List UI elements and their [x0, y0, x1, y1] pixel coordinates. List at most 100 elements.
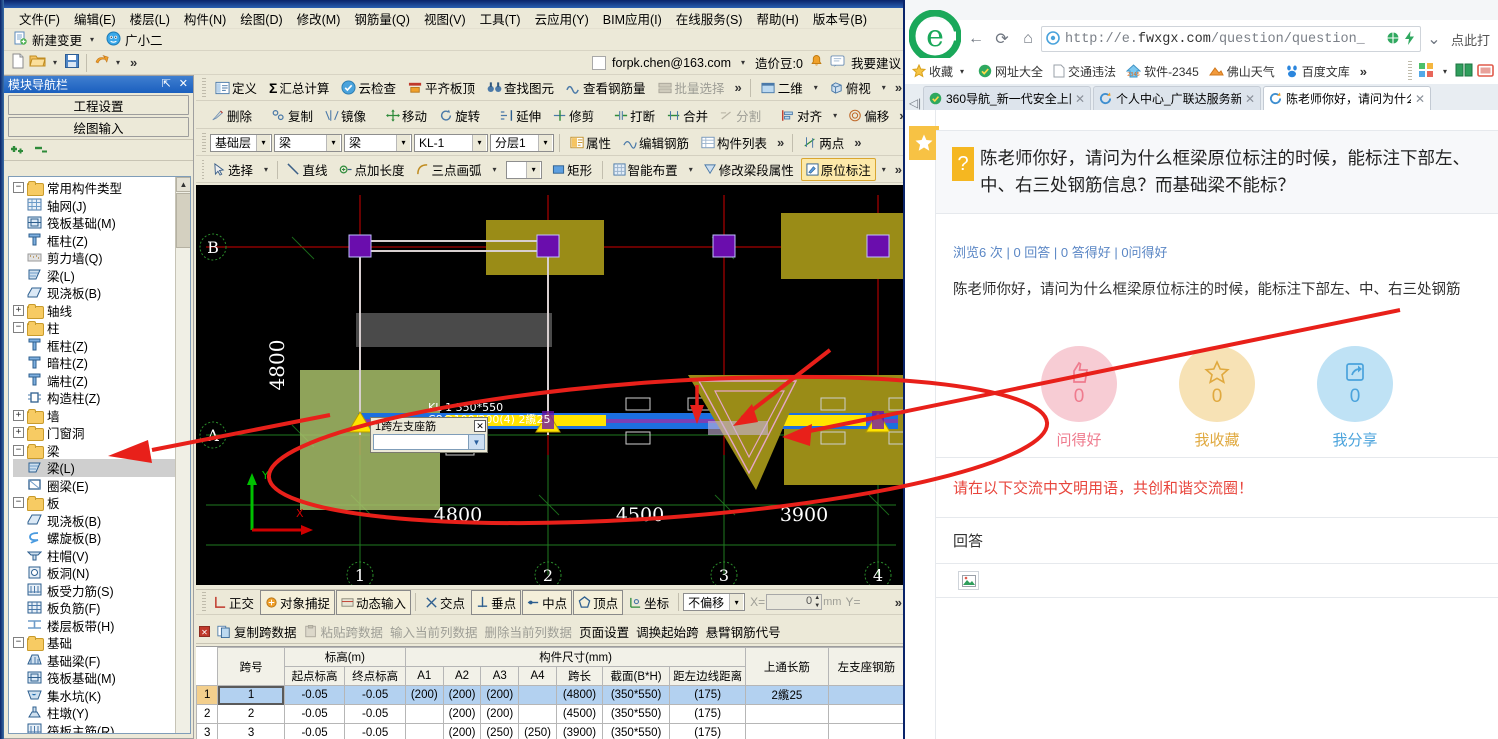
close-icon[interactable]: ✕	[179, 77, 188, 90]
cell-a4[interactable]	[518, 704, 557, 724]
tree-item-3[interactable]: 框柱(Z)	[13, 232, 190, 250]
toolbar-cloud-check[interactable]: 云检查	[336, 76, 401, 99]
context-toolbar-overflow-icon[interactable]: »	[774, 135, 787, 150]
toolbar-view-rebar[interactable]: 查看钢筋量	[561, 76, 651, 99]
combo-type-caret-icon[interactable]: ▾	[396, 134, 410, 151]
cell-span[interactable]: 2	[217, 704, 285, 724]
cell-end-elev[interactable]: -0.05	[344, 723, 406, 739]
cell-a4[interactable]	[518, 685, 557, 705]
snap-ortho[interactable]: 正交	[209, 590, 259, 615]
nav-button-drawing-input[interactable]: 绘图输入	[8, 117, 189, 137]
browser-right-hint[interactable]: 点此打	[1447, 30, 1494, 49]
browser-tab-1-close-icon[interactable]: ✕	[1075, 92, 1085, 106]
cell-end-elev[interactable]: -0.05	[344, 685, 406, 705]
x-input-spinner[interactable]: ▲ ▼	[812, 595, 820, 609]
pin-icon[interactable]: ⇱	[162, 77, 171, 90]
context-toolbar-grip[interactable]	[202, 132, 206, 153]
cmd-cantilever-code[interactable]: 悬臂钢筋代号	[706, 622, 781, 641]
action-good-question[interactable]: 0 问得好	[1034, 346, 1124, 450]
tree-item-28[interactable]: 筏板基础(M)	[13, 669, 190, 687]
cmd-paste-span[interactable]: 粘贴跨数据	[304, 622, 383, 641]
tree-item-22[interactable]: 板洞(N)	[13, 564, 190, 582]
cell-a2[interactable]: (200)	[442, 685, 482, 705]
toolbar-rotate[interactable]: 旋转	[434, 104, 485, 127]
span-data-table[interactable]: 跨号 标高(m) 构件尺寸(mm) 上通长筋 左支座钢筋 起点标高 终点标高 A1 A2 A3 A4…	[196, 646, 903, 739]
toolbar-split[interactable]: 分割	[715, 104, 766, 127]
tree-item-9[interactable]: 框柱(Z)	[13, 337, 190, 355]
toolbar-inplace-caret-icon[interactable]: ▾	[878, 165, 890, 174]
menu-item-modify[interactable]: 修改(M)	[290, 7, 348, 30]
toolbar-batch-select[interactable]: 批量选择	[653, 76, 730, 99]
cell-a2[interactable]: (200)	[442, 723, 482, 739]
tree-item-1[interactable]: 轴网(J)	[13, 197, 190, 215]
extensions-caret-icon[interactable]: ▾	[1439, 67, 1451, 76]
toolbar-properties[interactable]: 属性	[565, 131, 616, 154]
toolbar-edit-beam-segment[interactable]: 修改梁段属性	[699, 158, 799, 181]
toolbar-grip[interactable]	[202, 77, 206, 98]
tree-folder-8[interactable]: − 柱	[13, 319, 190, 337]
address-bar[interactable]: http://e.fwxgx.com/question/question_	[1041, 26, 1421, 52]
tree-item-6[interactable]: 现浇板(B)	[13, 284, 190, 302]
toolbar-align-slab-top[interactable]: 平齐板顶	[403, 76, 480, 99]
new-change-caret-icon[interactable]: ▾	[86, 35, 98, 44]
open-file-caret-icon[interactable]: ▾	[49, 58, 61, 67]
sidebar-star-badge[interactable]	[909, 126, 939, 160]
question-meta[interactable]: 浏览6 次 | 0 回答 | 0 答得好 | 0问得好	[953, 242, 1168, 261]
inplace-dialog-combo[interactable]: ▼	[373, 434, 485, 450]
tree-item-4[interactable]: 剪力墙(Q)	[13, 249, 190, 267]
toolbar-two-point[interactable]: 两点	[798, 131, 849, 154]
cmd-input-column[interactable]: 输入当前列数据	[390, 622, 478, 641]
tree-item-11[interactable]: 端柱(Z)	[13, 372, 190, 390]
toolbar-summary[interactable]: Σ 汇总计算	[264, 76, 334, 99]
tree-folder-26[interactable]: − 基础	[13, 634, 190, 652]
table-row[interactable]: 1 1 -0.05 -0.05 (200) (200) (200) (4800) (350*55…	[196, 685, 903, 705]
toolbar-select-caret-icon[interactable]: ▾	[260, 165, 272, 174]
inplace-dialog-caret-icon[interactable]: ▼	[468, 435, 484, 449]
cmd-page-setup[interactable]: 页面设置	[579, 622, 629, 641]
bookmark-nav360[interactable]: 网址大全	[975, 62, 1046, 81]
tree-item-2[interactable]: 筏板基础(M)	[13, 214, 190, 232]
cell-section[interactable]: (350*550)	[602, 723, 671, 739]
cell-a4[interactable]: (250)	[518, 723, 557, 739]
combo-member[interactable]: KL-1 ▾	[414, 133, 488, 152]
menu-item-online[interactable]: 在线服务(S)	[669, 7, 750, 30]
speed-icon[interactable]	[1403, 30, 1416, 48]
user-name-label[interactable]: 广小二	[125, 30, 163, 49]
toolbar-smart-layout-caret-icon[interactable]: ▾	[685, 165, 697, 174]
cell-start-elev[interactable]: -0.05	[283, 723, 346, 739]
tree-item-20[interactable]: 螺旋板(B)	[13, 529, 190, 547]
th-left-support[interactable]: 左支座钢筋	[827, 647, 903, 686]
component-tree[interactable]: − 常用构件类型 轴网(J) 筏板基础(M) 框柱(Z) 剪力墙(Q) 梁(L) 现浇板(B)…	[8, 176, 191, 734]
th-sub-4[interactable]: A3	[480, 666, 520, 686]
tree-item-31[interactable]: 筏板主筋(R)	[13, 722, 190, 733]
bookmark-favorites[interactable]: 收藏 ▾	[909, 62, 971, 81]
cell-section[interactable]: (350*550)	[602, 704, 671, 724]
toolbar-extend[interactable]: 延伸	[495, 104, 546, 127]
browser-tab-1[interactable]: 360导航_新一代安全上网 ✕	[923, 86, 1091, 110]
toolbar-top-view[interactable]: 俯视	[824, 76, 876, 99]
tree-folder-13[interactable]: + 墙	[13, 407, 190, 425]
command-close-icon[interactable]: ✕	[199, 626, 210, 637]
undo-caret-icon[interactable]: ▾	[112, 58, 124, 67]
toolbar-point-length[interactable]: 点加长度	[334, 158, 409, 181]
toolbar-align[interactable]: 对齐	[776, 104, 827, 127]
two-point-overflow-icon[interactable]: »	[851, 135, 864, 150]
th-sub-2[interactable]: A1	[404, 666, 444, 686]
tree-folder-7[interactable]: + 轴线	[13, 302, 190, 320]
combo-floor-caret-icon[interactable]: ▾	[256, 134, 270, 151]
toolbar-merge[interactable]: 合并	[662, 104, 713, 127]
th-sub-8[interactable]: 距左边线距离	[669, 666, 747, 686]
file-toolbar-overflow-icon[interactable]: »	[127, 55, 140, 70]
tree-expander-icon[interactable]: −	[13, 497, 24, 509]
toolbar-2d-view[interactable]: 二维	[756, 76, 808, 99]
toolbar-three-point-arc[interactable]: 三点画弧	[411, 158, 486, 181]
cell-end-elev[interactable]: -0.05	[344, 704, 406, 724]
th-top-rebar[interactable]: 上通长筋	[745, 647, 829, 686]
combo-layer[interactable]: 分层1 ▾	[490, 133, 554, 152]
tree-item-5[interactable]: 梁(L)	[13, 267, 190, 285]
snap-coordinate[interactable]: 坐标	[624, 590, 674, 615]
toolbar-trim[interactable]: 修剪	[548, 104, 599, 127]
tree-item-30[interactable]: 柱墩(Y)	[13, 704, 190, 722]
snap-overflow-icon[interactable]: »	[892, 595, 903, 610]
toolbar-break[interactable]: 打断	[609, 104, 660, 127]
